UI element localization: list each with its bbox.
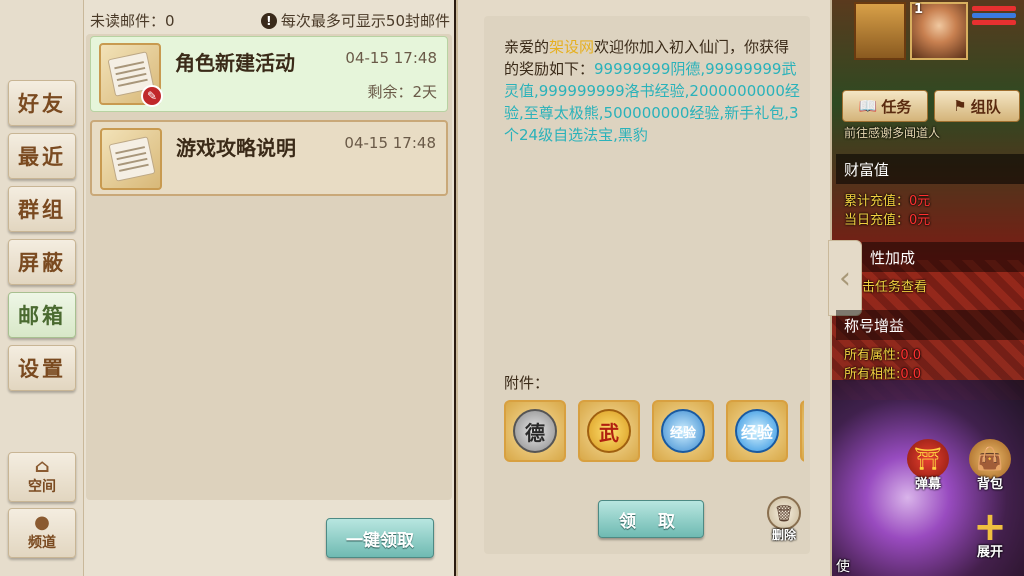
- channel-label: 频道: [28, 535, 56, 551]
- mail-list: ✎ 角色新建活动 04-15 17:48 剩余：2天 游戏攻略说明 04-15 …: [86, 34, 452, 500]
- mail-title: 角色新建活动: [175, 51, 295, 75]
- social-sidebar: 好友 最近 群组 屏蔽 邮箱 设置 ⌂ 空间 ● 频道: [0, 0, 84, 576]
- expand-label: 展开: [976, 545, 1003, 560]
- nav-recent[interactable]: 最近: [8, 133, 76, 179]
- team-button[interactable]: ⚑ 组队: [934, 90, 1020, 122]
- player-stat-bars: [972, 6, 1022, 36]
- space-label: 空间: [28, 479, 56, 495]
- channel-button[interactable]: ● 频道: [8, 508, 76, 558]
- mail-body: 亲爱的架设网欢迎你加入初入仙门，你获得的奖励如下：99999999阴德,9999…: [504, 36, 804, 146]
- mail-content-box: 亲爱的架设网欢迎你加入初入仙门，你获得的奖励如下：99999999阴德,9999…: [484, 16, 810, 554]
- daily-recharge-label: 当日充值：: [844, 213, 910, 228]
- mail-item[interactable]: ✎ 角色新建活动 04-15 17:48 剩余：2天: [90, 36, 448, 112]
- nav-groups[interactable]: 群组: [8, 186, 76, 232]
- escort-task-text[interactable]: 前往感谢多闻道人: [844, 124, 940, 141]
- bottom-char: 使: [836, 559, 850, 575]
- attr-bonus-title: 性加成: [862, 242, 1024, 272]
- mail-time: 04-15 17:48: [344, 134, 436, 152]
- book-icon: 📖: [858, 97, 878, 115]
- martial-icon: 武: [587, 409, 631, 453]
- claim-button[interactable]: 领 取: [598, 500, 704, 538]
- collect-all-button[interactable]: 一键领取: [326, 518, 434, 558]
- mail-detail-panel: 亲爱的架设网欢迎你加入初入仙门，你获得的奖励如下：99999999阴德,9999…: [456, 0, 832, 576]
- nav-blocked[interactable]: 屏蔽: [8, 239, 76, 285]
- attachments-row: 德 武 经验 经验: [504, 400, 804, 466]
- mail-remaining: 剩余：2天: [367, 83, 437, 101]
- chat-bubble-icon: ●: [34, 512, 50, 533]
- scroll-exp-icon: 经验: [661, 409, 705, 453]
- all-attr-label: 所有属性:: [844, 348, 901, 363]
- flag-icon: ⚑: [953, 97, 967, 115]
- minimap-frame[interactable]: [854, 2, 906, 60]
- all-attributes: 所有属性:0.0: [844, 344, 921, 363]
- wealth-title: 财富值: [836, 154, 1024, 184]
- task-label: 任务: [881, 97, 912, 116]
- nav-friends[interactable]: 好友: [8, 80, 76, 126]
- attachment-item[interactable]: 武: [578, 400, 640, 462]
- trash-icon: 🗑: [767, 496, 801, 530]
- mail-item[interactable]: 游戏攻略说明 04-15 17:48: [90, 120, 448, 196]
- warning-icon: !: [260, 12, 277, 29]
- daily-recharge: 当日充值：0元: [844, 209, 930, 228]
- popup-label: 弹幕: [914, 477, 941, 492]
- attachment-item[interactable]: 经验: [652, 400, 714, 462]
- nav-mailbox[interactable]: 邮箱: [8, 292, 76, 338]
- total-recharge-label: 累计充值：: [844, 194, 910, 209]
- space-button[interactable]: ⌂ 空间: [8, 452, 76, 502]
- mail-time: 04-15 17:48: [345, 49, 437, 67]
- all-phase-value: 0.0: [900, 367, 922, 382]
- mail-list-panel: 未读邮件：0 ! 每次最多可显示50封邮件 ✎ 角色新建活动 04-15 17:…: [84, 0, 454, 576]
- bag-button[interactable]: 👜 背包: [964, 436, 1016, 492]
- team-label: 组队: [970, 97, 1001, 116]
- virtue-icon: 德: [513, 409, 557, 453]
- all-phases: 所有相性:0.0: [844, 363, 921, 382]
- greeting-prefix: 亲爱的: [504, 38, 550, 56]
- unread-count: 未读邮件：0: [90, 12, 175, 30]
- mail-envelope-icon: ✎: [99, 43, 163, 107]
- title-bonus-title: 称号增益: [836, 310, 1024, 340]
- attachments-label: 附件：: [504, 374, 550, 392]
- mail-title: 游戏攻略说明: [176, 136, 296, 160]
- nav-settings[interactable]: 设置: [8, 345, 76, 391]
- attachment-item[interactable]: 经验: [726, 400, 788, 462]
- expand-button[interactable]: + 展开: [964, 504, 1016, 560]
- all-phase-label: 所有相性:: [844, 367, 901, 382]
- all-attr-value: 0.0: [900, 348, 922, 363]
- limit-notice-text: 每次最多可显示50封邮件: [280, 12, 450, 30]
- chevron-left-icon: ‹: [839, 260, 851, 296]
- house-icon: ⌂: [34, 456, 50, 477]
- attachment-clip-icon: ✎: [141, 85, 163, 107]
- task-view-link[interactable]: 击任务查看: [862, 276, 927, 295]
- total-recharge-value: 0元: [909, 194, 931, 209]
- attachment-item[interactable]: [800, 400, 804, 462]
- attachment-item[interactable]: 德: [504, 400, 566, 462]
- player-hud: 1: [836, 0, 1024, 64]
- player-name: 架设网: [549, 38, 595, 56]
- popup-button[interactable]: ⛩ 弹幕: [902, 436, 954, 492]
- mail-envelope-icon: [100, 128, 162, 190]
- bag-label: 背包: [976, 477, 1003, 492]
- total-recharge: 累计充值：0元: [844, 190, 930, 209]
- limit-notice: ! 每次最多可显示50封邮件: [260, 10, 450, 31]
- delete-label: 删除: [771, 528, 796, 542]
- task-button[interactable]: 📖 任务: [842, 90, 928, 122]
- exp-orb-icon: 经验: [735, 409, 779, 453]
- player-level: 1: [914, 2, 924, 17]
- daily-recharge-value: 0元: [909, 213, 931, 228]
- delete-button[interactable]: 🗑 删除: [764, 496, 804, 548]
- mail-header: 未读邮件：0 ! 每次最多可显示50封邮件: [90, 10, 450, 32]
- collapse-panel-button[interactable]: ‹: [828, 240, 862, 316]
